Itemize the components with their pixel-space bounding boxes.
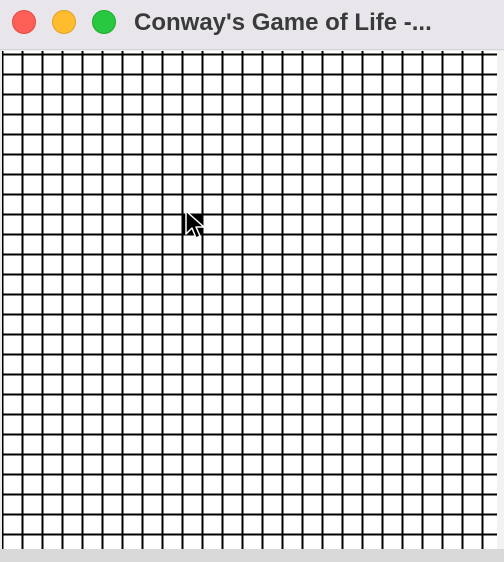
arrow-cursor-icon (185, 210, 205, 239)
title-bar[interactable]: Conway's Game of Life -... (0, 0, 504, 50)
window-bottom-edge (0, 549, 504, 562)
close-button[interactable] (12, 10, 36, 34)
life-grid[interactable] (2, 51, 497, 549)
window-title: Conway's Game of Life -... (134, 9, 432, 36)
zoom-button[interactable] (92, 10, 116, 34)
minimize-button[interactable] (52, 10, 76, 34)
life-grid-canvas[interactable] (2, 51, 497, 549)
app-window: Conway's Game of Life -... (0, 0, 504, 562)
window-right-edge (497, 51, 504, 549)
